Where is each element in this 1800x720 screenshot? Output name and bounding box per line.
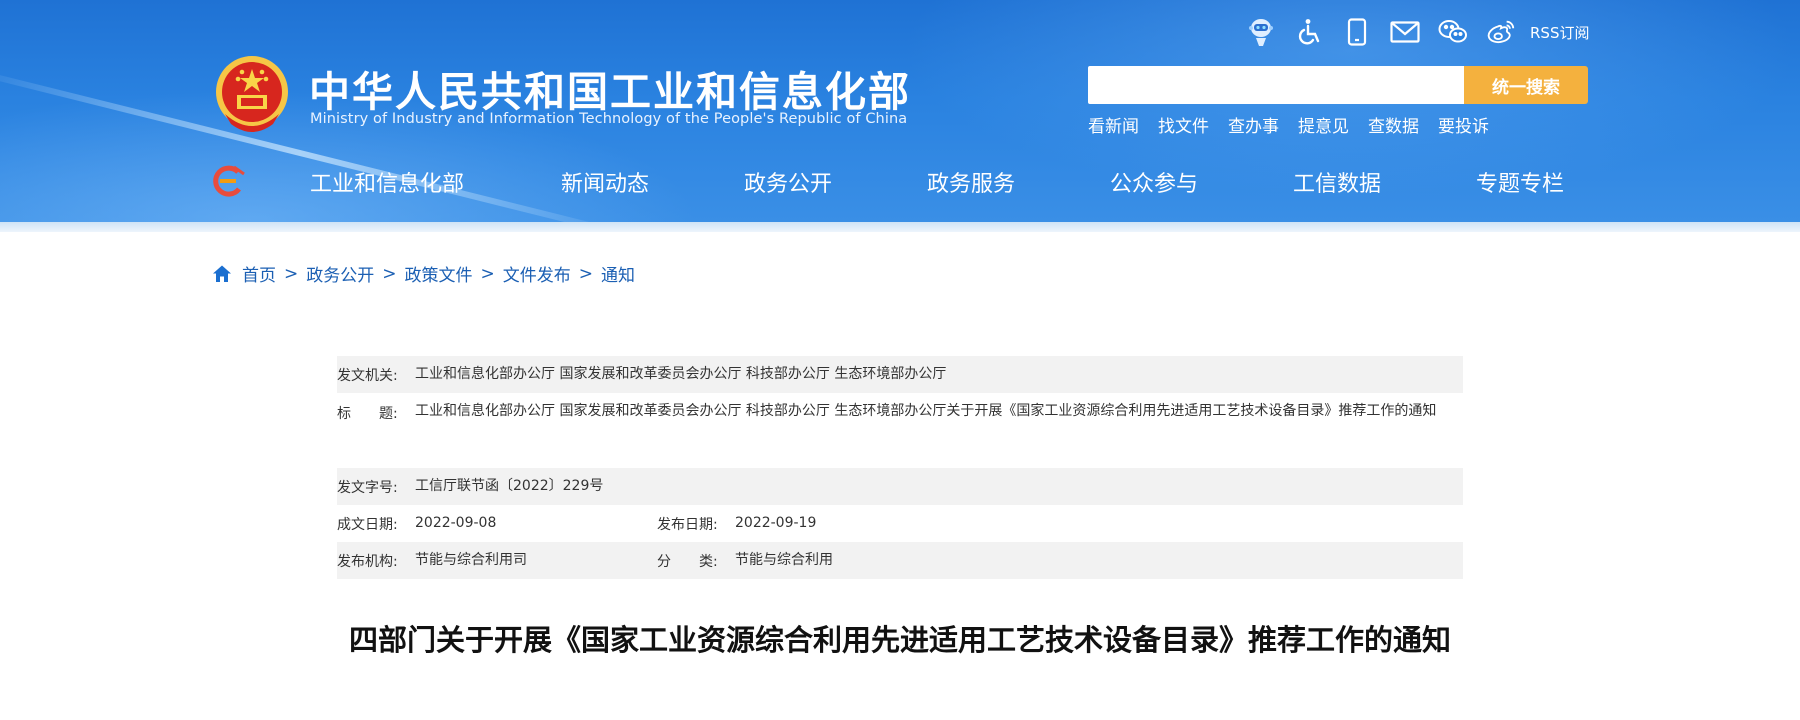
category-label: 分 类: [657,553,718,570]
publisher-value: 节能与综合利用司 [415,552,527,568]
doc-no-value: 工信厅联节函〔2022〕229号 [415,478,604,494]
quick-link-services[interactable]: 查办事 [1228,112,1279,137]
meta-row-title: 标 题: 工业和信息化部办公厅 国家发展和改革委员会办公厅 科技部办公厅 生态环… [337,393,1463,468]
meta-row-dates: 成文日期: 2022-09-08 发布日期: 2022-09-19 [337,505,1463,542]
written-date-value: 2022-09-08 [415,515,497,531]
meta-row-publisher: 发布机构: 节能与综合利用司 分 类: 节能与综合利用 [337,542,1463,579]
top-toolbar: RSS订阅 [1246,14,1589,50]
written-date-label: 成文日期: [337,516,398,533]
main-nav: 工业和信息化部 新闻动态 政务公开 政务服务 公众参与 工信数据 专题专栏 [310,166,1586,198]
nav-item-gov-services[interactable]: 政务服务 [927,166,1110,198]
breadcrumb-file-release[interactable]: 文件发布 [503,261,571,286]
meta-row-doc-no: 发文字号: 工信厅联节函〔2022〕229号 [337,468,1463,505]
issuer-label: 发文机关: [337,367,398,384]
search-button[interactable]: 统一搜索 [1464,66,1588,104]
mobile-icon[interactable] [1342,17,1372,47]
document-metadata: 发文机关: 工业和信息化部办公厅 国家发展和改革委员会办公厅 科技部办公厅 生态… [337,356,1463,579]
national-emblem-icon[interactable] [213,52,291,136]
quick-link-feedback[interactable]: 提意见 [1298,112,1349,137]
nav-item-topics[interactable]: 专题专栏 [1476,166,1586,198]
search-input[interactable] [1088,66,1464,104]
doc-no-label: 发文字号: [337,479,398,496]
robot-assistant-icon[interactable] [1246,17,1276,47]
quick-links: 看新闻 找文件 查办事 提意见 查数据 要投诉 [1088,112,1508,137]
nav-item-data[interactable]: 工信数据 [1293,166,1476,198]
document-title: 四部门关于开展《国家工业资源综合利用先进适用工艺技术设备目录》推荐工作的通知 [348,623,1451,657]
publish-date-label: 发布日期: [657,516,718,533]
breadcrumb-separator: > [480,263,495,284]
wechat-icon[interactable] [1438,17,1468,47]
site-header: 中华人民共和国工业和信息化部 Ministry of Industry and … [0,0,1800,222]
site-subtitle: Ministry of Industry and Information Tec… [310,111,908,127]
quick-link-files[interactable]: 找文件 [1158,112,1209,137]
quick-link-data[interactable]: 查数据 [1368,112,1419,137]
publisher-label: 发布机构: [337,553,398,570]
rss-link[interactable]: RSS订阅 [1530,22,1589,43]
issuer-value: 工业和信息化部办公厅 国家发展和改革委员会办公厅 科技部办公厅 生态环境部办公厅 [415,366,947,382]
meta-row-issuer: 发文机关: 工业和信息化部办公厅 国家发展和改革委员会办公厅 科技部办公厅 生态… [337,356,1463,393]
breadcrumb-policy-files[interactable]: 政策文件 [405,261,473,286]
breadcrumb-separator: > [578,263,593,284]
quick-link-complaint[interactable]: 要投诉 [1438,112,1489,137]
quick-link-news[interactable]: 看新闻 [1088,112,1139,137]
publish-date-value: 2022-09-19 [735,515,817,531]
breadcrumb-gov-affairs[interactable]: 政务公开 [306,261,374,286]
nav-item-gov-affairs[interactable]: 政务公开 [744,166,927,198]
category-value: 节能与综合利用 [735,552,833,568]
header-divider [0,222,1800,232]
mail-icon[interactable] [1390,17,1420,47]
title-label: 标 题: [337,406,398,422]
breadcrumb-notice[interactable]: 通知 [601,261,635,286]
nav-item-public-participation[interactable]: 公众参与 [1110,166,1293,198]
breadcrumb-separator: > [382,263,397,284]
site-title[interactable]: 中华人民共和国工业和信息化部 [309,58,911,118]
accessibility-icon[interactable] [1294,17,1324,47]
title-value: 工业和信息化部办公厅 国家发展和改革委员会办公厅 科技部办公厅 生态环境部办公厅… [415,403,1437,419]
e-gov-logo-icon[interactable] [208,164,246,198]
weibo-icon[interactable] [1486,17,1516,47]
nav-item-news[interactable]: 新闻动态 [561,166,744,198]
nav-item-ministry[interactable]: 工业和信息化部 [310,166,561,198]
breadcrumb-separator: > [284,263,299,284]
breadcrumb: 首页 > 政务公开 > 政策文件 > 文件发布 > 通知 [212,261,635,286]
home-icon[interactable] [212,264,232,284]
breadcrumb-home[interactable]: 首页 [242,261,276,286]
